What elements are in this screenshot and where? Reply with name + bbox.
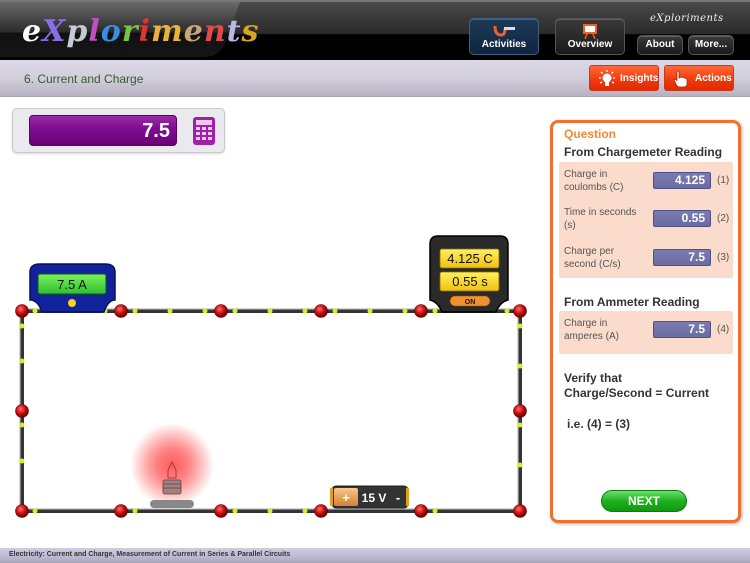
battery-minus: - (396, 490, 400, 505)
answer-row-charge: Charge in coulombs (C) 4.125 (1) (564, 169, 730, 193)
app-header: eXploriments Activities Overview eXplori… (0, 0, 750, 60)
node[interactable] (314, 304, 328, 318)
node[interactable] (414, 304, 428, 318)
chargemeter[interactable]: 4.125 C 0.55 s ON (429, 235, 509, 313)
mini-logo: eXploriments (650, 13, 724, 24)
subheader: 6. Current and Charge Insights Actions (0, 60, 750, 97)
charge-per-second-input[interactable]: 7.5 (653, 249, 711, 266)
question-title: Question (564, 127, 617, 141)
bulb-base (162, 479, 182, 495)
node[interactable] (513, 304, 527, 318)
footer: Electricity: Current and Charge, Measure… (0, 548, 750, 563)
node[interactable] (513, 404, 527, 418)
calculator-display: 7.5 (29, 115, 177, 146)
current-markers (19, 308, 523, 514)
answer-row-time: Time in seconds (s) 0.55 (2) (564, 207, 730, 231)
amperes-input[interactable]: 7.5 (653, 321, 711, 338)
svg-text:ON: ON (465, 299, 476, 306)
circuit-diagram: + 15 V - 7.5 A 4.125 C 0.55 s ON (15, 235, 527, 518)
ammeter-reading: 7.5 A (57, 277, 87, 292)
battery-plus: + (342, 490, 350, 505)
node[interactable] (214, 304, 228, 318)
node[interactable] (314, 504, 328, 518)
node[interactable] (15, 304, 29, 318)
answer-row-charge-per-second: Charge per second (C/s) 7.5 (3) (564, 246, 730, 270)
chargemeter-answers: Charge in coulombs (C) 4.125 (1) Time in… (559, 162, 733, 278)
ammeter-section-title: From Ammeter Reading (564, 295, 700, 309)
node[interactable] (214, 504, 228, 518)
circuit-nodes (15, 304, 527, 518)
about-button[interactable]: About (637, 35, 683, 55)
overview-button[interactable]: Overview (555, 18, 625, 55)
node[interactable] (114, 504, 128, 518)
charge-input[interactable]: 4.125 (653, 172, 711, 189)
next-button[interactable]: NEXT (601, 490, 687, 512)
chargemeter-time: 0.55 s (452, 274, 488, 289)
answer-row-amperes: Charge in amperes (A) 7.5 (4) (564, 318, 730, 342)
question-panel: Question From Chargemeter Reading Charge… (550, 120, 741, 523)
app-logo: eXploriments (22, 14, 260, 49)
footer-caption: Electricity: Current and Charge, Measure… (9, 551, 291, 558)
page-title: 6. Current and Charge (24, 72, 144, 86)
calculator-icon[interactable] (193, 117, 215, 145)
hand-pointer-icon (672, 70, 690, 91)
verify-equation: i.e. (4) = (3) (567, 417, 631, 431)
magnet-icon (492, 23, 516, 40)
verify-instruction: Verify that Charge/Second = Current (564, 371, 710, 400)
more-button[interactable]: More... (688, 35, 734, 55)
calculator-panel: 7.5 (12, 108, 225, 153)
battery[interactable]: + 15 V - (330, 485, 409, 509)
insights-button[interactable]: Insights (589, 65, 659, 91)
node[interactable] (15, 504, 29, 518)
time-input[interactable]: 0.55 (653, 210, 711, 227)
ammeter[interactable]: 7.5 A (29, 263, 116, 313)
node[interactable] (114, 304, 128, 318)
node[interactable] (414, 504, 428, 518)
wires (20, 309, 522, 513)
chargemeter-charge: 4.125 C (447, 251, 493, 266)
ammeter-answers: Charge in amperes (A) 7.5 (4) (559, 311, 733, 354)
chargemeter-section-title: From Chargemeter Reading (564, 145, 723, 159)
node[interactable] (513, 504, 527, 518)
activities-button[interactable]: Activities (469, 18, 539, 55)
lightbulb-icon (597, 70, 617, 91)
battery-voltage: 15 V (362, 491, 387, 505)
light-bulb[interactable] (130, 423, 214, 508)
actions-button[interactable]: Actions (664, 65, 734, 91)
node[interactable] (15, 404, 29, 418)
